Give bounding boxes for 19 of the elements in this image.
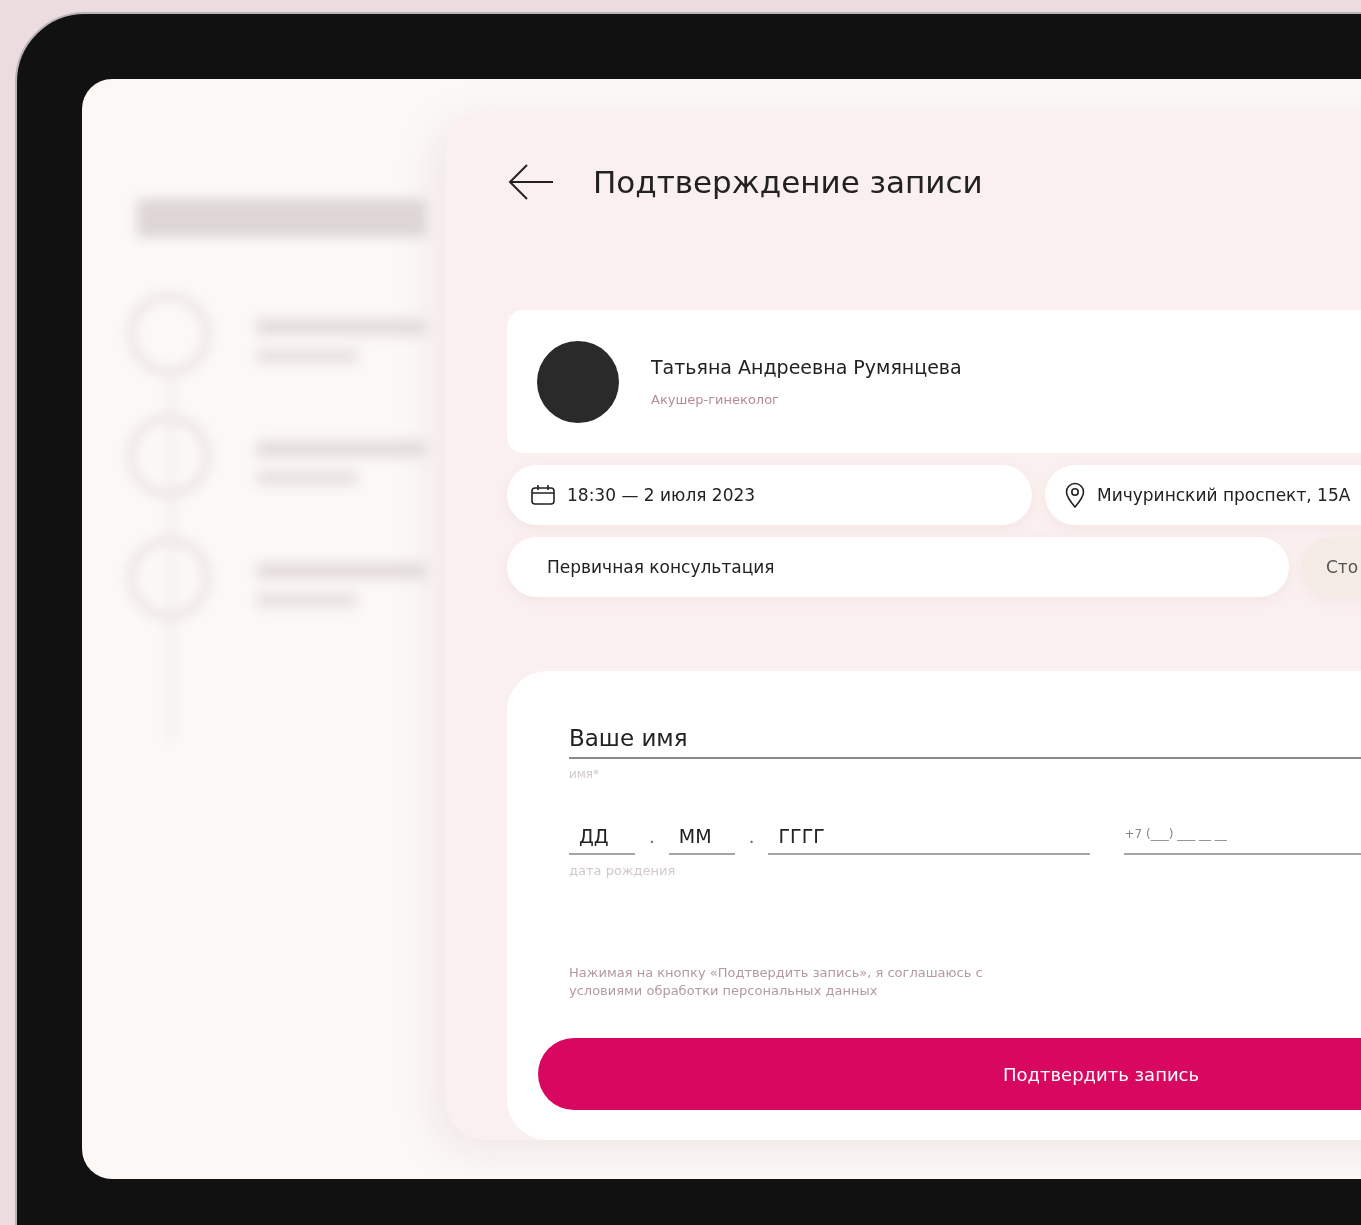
back-arrow-icon[interactable] — [507, 162, 555, 202]
consent-text: Нажимая на кнопку «Подтвердить запись», я соглашаюсь с условиями обработки персональных данных — [569, 964, 984, 1001]
chip-text: 18:30 — 2 июля 2023 — [567, 485, 756, 505]
name-field[interactable]: Ваше имя — [569, 721, 1361, 759]
phone-field[interactable]: +7 (___) ___ __ __ — [1124, 823, 1361, 855]
calendar-icon — [531, 484, 555, 506]
day-field[interactable]: ДД — [569, 821, 635, 855]
chip-text: Мичуринский проспект, 15А — [1097, 485, 1351, 505]
doctor-name: Татьяна Андреевна Румянцева — [651, 356, 962, 378]
doctor-specialty: Акушер-гинеколог — [651, 392, 780, 407]
confirm-button[interactable]: Подтвердить запись — [538, 1038, 1361, 1111]
price-label: Сто — [1326, 557, 1359, 577]
date-separator: . — [748, 826, 755, 849]
service-name: Первичная консультация — [547, 557, 775, 577]
year-field[interactable]: ГГГГ — [768, 821, 1091, 855]
date-separator: . — [649, 826, 655, 849]
location-pin-icon — [1065, 482, 1085, 508]
month-field[interactable]: ММ — [668, 821, 735, 855]
page-title: Подтверждение записи — [593, 164, 983, 200]
